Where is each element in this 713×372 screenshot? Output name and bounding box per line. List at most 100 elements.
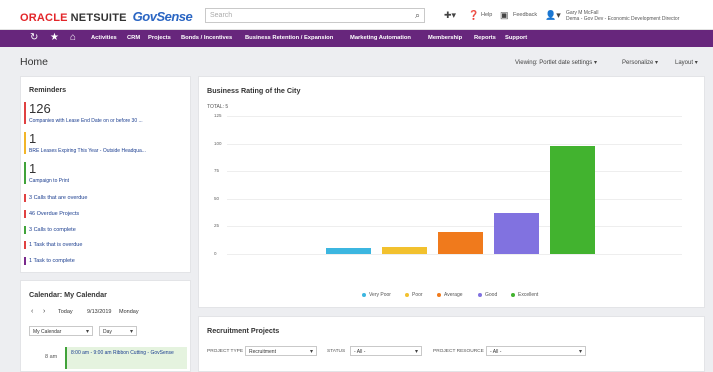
- legend-label: Very Poor: [369, 292, 391, 298]
- reminder-label[interactable]: Campaign to Print: [29, 178, 69, 184]
- reminders-title: Reminders: [29, 85, 67, 94]
- bar-average[interactable]: [438, 231, 483, 254]
- legend-swatch: [362, 292, 366, 297]
- nav-item-projects[interactable]: Projects: [148, 35, 171, 41]
- chevron-down-icon: ▾: [309, 349, 313, 355]
- today-link[interactable]: Today: [58, 309, 73, 315]
- grid-line: [227, 143, 682, 145]
- legend-label: Good: [485, 292, 498, 298]
- prev-day-icon[interactable]: ‹: [31, 308, 33, 315]
- nav-item-bonds-incentives[interactable]: Bonds / Incentives: [181, 35, 232, 41]
- project-type-label: PROJECT TYPE: [207, 349, 244, 354]
- reminder-big-1[interactable]: 1 BRE Leases Expiring This Year - Outsid…: [24, 132, 146, 154]
- legend-label: Poor: [412, 292, 423, 298]
- chevron-down-icon: ▾: [414, 349, 418, 355]
- view-select[interactable]: Day ▾: [99, 326, 137, 336]
- reminder-big-0[interactable]: 126 Companies with Lease End Date on or …: [24, 102, 143, 124]
- reminder-count: 126: [29, 101, 51, 116]
- calendar-date: 9/13/2019: [87, 309, 112, 315]
- top-bar: ORACLE NETSUITE GovSense Search ⌕ ✚▾ ❓ Hel…: [0, 0, 713, 30]
- nav-item-support[interactable]: Support: [505, 35, 527, 41]
- page-title: Home: [20, 56, 49, 68]
- project-resource-label: PROJECT RESOURCE: [433, 349, 484, 354]
- search-icon[interactable]: ⌕: [415, 10, 420, 21]
- recruitment-portlet: Recruitment Projects PROJECT TYPE Recrui…: [198, 316, 705, 372]
- calendar-select-value: My Calendar: [33, 329, 62, 335]
- oracle-logo-text: ORACLE: [20, 12, 68, 24]
- chevron-down-icon: ▾: [85, 329, 89, 335]
- grid-line: [227, 116, 682, 117]
- create-new-icon[interactable]: ✚▾: [444, 10, 456, 21]
- project-type-select[interactable]: Recruitment ▾: [245, 346, 317, 356]
- chevron-down-icon: ▾: [655, 60, 659, 66]
- global-search-input[interactable]: Search ⌕: [205, 8, 425, 23]
- grid-line: [227, 171, 682, 173]
- reminder-small-3[interactable]: 1 Task that is overdue: [24, 241, 82, 249]
- help-icon[interactable]: ❓: [468, 10, 479, 21]
- legend-label: Excellent: [518, 292, 539, 298]
- project-type-value: Recruitment: [249, 349, 276, 355]
- legend-item-good[interactable]: Good: [478, 292, 497, 298]
- viewing-settings-dropdown[interactable]: Viewing: Portlet date settings ▾: [515, 59, 597, 66]
- y-tick-label: 25: [214, 223, 220, 229]
- nav-item-business-retention[interactable]: Business Retention / Expansion: [245, 35, 333, 41]
- nav-item-crm[interactable]: CRM: [127, 35, 140, 41]
- brand-logo[interactable]: ORACLE NETSUITE GovSense: [20, 9, 193, 24]
- main-nav: ↻ ★ ⌂ Activities CRM Projects Bonds / In…: [0, 30, 713, 47]
- reminder-label[interactable]: Companies with Lease End Date on or befo…: [29, 118, 143, 124]
- layout-dropdown[interactable]: Layout ▾: [675, 59, 698, 66]
- bar-good[interactable]: [494, 213, 539, 254]
- y-tick-label: 75: [214, 168, 220, 174]
- user-menu[interactable]: Gary M McFall Dema - Gov Dev - Economic …: [566, 10, 679, 22]
- chevron-down-icon: ▾: [129, 329, 133, 335]
- chevron-down-icon: ▾: [694, 60, 698, 66]
- bar-poor[interactable]: [382, 247, 427, 254]
- nav-item-reports[interactable]: Reports: [474, 35, 496, 41]
- bar-very-poor[interactable]: [326, 248, 371, 254]
- govsense-logo-text: GovSense: [132, 9, 193, 24]
- legend-item-poor[interactable]: Poor: [405, 292, 423, 298]
- nav-item-activities[interactable]: Activities: [91, 35, 117, 41]
- y-tick-label: 125: [214, 113, 222, 118]
- netsuite-logo-text: NETSUITE: [70, 12, 127, 24]
- feedback-link[interactable]: Feedback: [513, 12, 537, 18]
- calendar-portlet: Calendar: My Calendar ‹ › Today 9/13/201…: [20, 280, 191, 372]
- home-icon[interactable]: ⌂: [70, 32, 76, 43]
- project-resource-select[interactable]: - All - ▾: [486, 346, 586, 356]
- shortcuts-star-icon[interactable]: ★: [50, 32, 59, 43]
- calendar-weekday: Monday: [119, 309, 139, 315]
- feedback-icon[interactable]: ▣: [500, 10, 509, 21]
- project-resource-value: - All -: [490, 349, 502, 355]
- legend-item-excellent[interactable]: Excellent: [511, 292, 538, 298]
- reminder-small-4[interactable]: 1 Task to complete: [24, 257, 75, 265]
- bar-excellent[interactable]: [550, 145, 595, 254]
- grid-line: [227, 198, 682, 200]
- reminder-small-0[interactable]: 3 Calls that are overdue: [24, 194, 87, 202]
- status-label: STATUS: [327, 349, 346, 354]
- page-header: Home Viewing: Portlet date settings ▾ Pe…: [0, 48, 713, 74]
- reminders-portlet: Reminders 126 Companies with Lease End D…: [20, 76, 191, 273]
- personalize-dropdown[interactable]: Personalize ▾: [622, 59, 658, 66]
- calendar-event[interactable]: 8:00 am - 9:00 am Ribbon Cutting - GovSe…: [65, 347, 187, 369]
- recruitment-title: Recruitment Projects: [207, 326, 280, 335]
- nav-item-marketing-automation[interactable]: Marketing Automation: [350, 35, 411, 41]
- user-avatar-icon[interactable]: 👤▾: [545, 10, 561, 21]
- y-tick-label: 0: [214, 251, 217, 256]
- status-value: - All -: [354, 349, 366, 355]
- next-day-icon[interactable]: ›: [43, 308, 45, 315]
- legend-item-very-poor[interactable]: Very Poor: [362, 292, 391, 298]
- reminder-label[interactable]: BRE Leases Expiring This Year - Outside …: [29, 148, 146, 154]
- status-select[interactable]: - All - ▾: [350, 346, 422, 356]
- business-rating-portlet: Business Rating of the City TOTAL: 5: [198, 76, 705, 308]
- reminder-small-1[interactable]: 46 Overdue Projects: [24, 210, 79, 218]
- search-placeholder: Search: [210, 12, 233, 19]
- reminder-big-2[interactable]: 1 Campaign to Print: [24, 162, 69, 184]
- recent-records-icon[interactable]: ↻: [30, 32, 38, 43]
- calendar-select[interactable]: My Calendar ▾: [29, 326, 93, 336]
- reminder-small-2[interactable]: 3 Calls to complete: [24, 226, 76, 234]
- help-link[interactable]: Help: [481, 12, 492, 18]
- calendar-hour-label: 8 am: [45, 354, 58, 360]
- legend-item-average[interactable]: Average: [437, 292, 463, 298]
- nav-item-membership[interactable]: Membership: [428, 35, 462, 41]
- legend-swatch: [405, 292, 409, 297]
